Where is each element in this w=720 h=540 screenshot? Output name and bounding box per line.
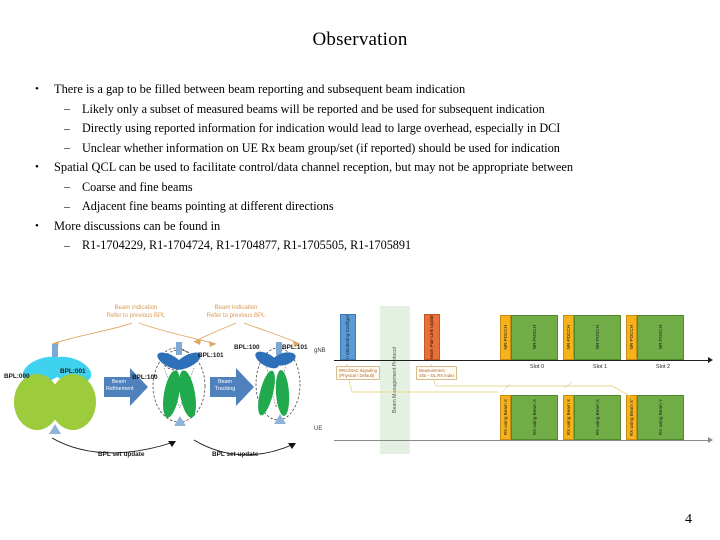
- bpl-label: BPL:000: [4, 373, 30, 380]
- list-item: – Likely only a subset of measured beams…: [22, 100, 702, 120]
- list-item: • There is a gap to be filled between be…: [22, 80, 702, 100]
- bullet-text: R1-1704229, R1-1704724, R1-1704877, R1-1…: [82, 238, 412, 252]
- figure-area: Beam indication Refer to previous BPL Be…: [0, 296, 720, 486]
- beam-management-timeline-diagram: Beam Management Protocol gNB UE Beam Mon…: [312, 304, 716, 464]
- bpl-set-update-label: BPL set update: [212, 451, 259, 458]
- bullet-marker: –: [64, 120, 70, 135]
- list-item: – Unclear whether information on UE Rx b…: [22, 139, 702, 159]
- list-item: – Directly using reported information fo…: [22, 119, 702, 139]
- bullet-text: More discussions can be found in: [54, 218, 221, 233]
- page-title: Observation: [312, 29, 408, 50]
- bullet-marker: –: [64, 237, 70, 252]
- bullet-text: There is a gap to be filled between beam…: [54, 82, 466, 96]
- list-item: – R1-1704229, R1-1704724, R1-1704877, R1…: [22, 236, 702, 256]
- connector-lines-svg: [341, 363, 631, 397]
- bullet-marker: –: [64, 140, 70, 154]
- bpl-label: BPL:101: [198, 352, 224, 359]
- bullet-marker: –: [64, 198, 70, 213]
- bullet-text: Directly using reported information for …: [82, 121, 561, 135]
- bullet-text: Adjacent fine beams pointing at differen…: [82, 199, 334, 213]
- bullet-marker: –: [64, 179, 70, 193]
- bullet-marker: •: [35, 161, 39, 173]
- bullet-text: Spatial QCL can be used to facilitate co…: [54, 160, 574, 174]
- bullet-text: Coarse and fine beams: [82, 179, 193, 194]
- arrow-label: Beam: [111, 379, 127, 385]
- arrow-label: Beam: [217, 379, 233, 385]
- gnb-tower-icon: [176, 342, 182, 355]
- coarse-beam-lobe-green: [50, 374, 96, 430]
- bullet-marker: •: [35, 219, 39, 232]
- bullet-list: • There is a gap to be filled between be…: [22, 80, 702, 256]
- signaling-note: RRC/MAC Signaling (Physical / Default): [336, 366, 380, 381]
- list-item: • Spatial QCL can be used to facilitate …: [22, 158, 702, 178]
- bpl-label: BPL:100: [234, 344, 260, 351]
- list-item: – Coarse and fine beams: [22, 178, 702, 198]
- list-item: • More discussions can be found in: [22, 217, 702, 237]
- page-number: 4: [685, 512, 692, 527]
- bpl-label: BPL:101: [282, 344, 308, 351]
- measurement-note: Measurement Slot – DL RS Index: [416, 366, 458, 381]
- bpl-set-update-label: BPL set update: [98, 451, 145, 458]
- bullet-text: Likely only a subset of measured beams w…: [82, 101, 545, 116]
- bullet-marker: –: [64, 101, 70, 115]
- arrow-label: Refinement: [106, 385, 134, 392]
- arrow-label: Tracking: [214, 385, 236, 392]
- bullet-marker: •: [35, 83, 39, 95]
- bpl-label: BPL:100: [132, 374, 158, 381]
- list-item: – Adjacent fine beams pointing at differ…: [22, 197, 702, 217]
- gnb-tower-icon: [52, 344, 58, 357]
- beam-tracking-arrow: Beam Tracking: [210, 368, 254, 406]
- beam-pair-link-diagram: Beam indication Refer to previous BPL Be…: [4, 296, 314, 486]
- bpl-label: BPL:001: [60, 368, 86, 375]
- bullet-text: Unclear whether information on UE Rx bea…: [82, 140, 560, 155]
